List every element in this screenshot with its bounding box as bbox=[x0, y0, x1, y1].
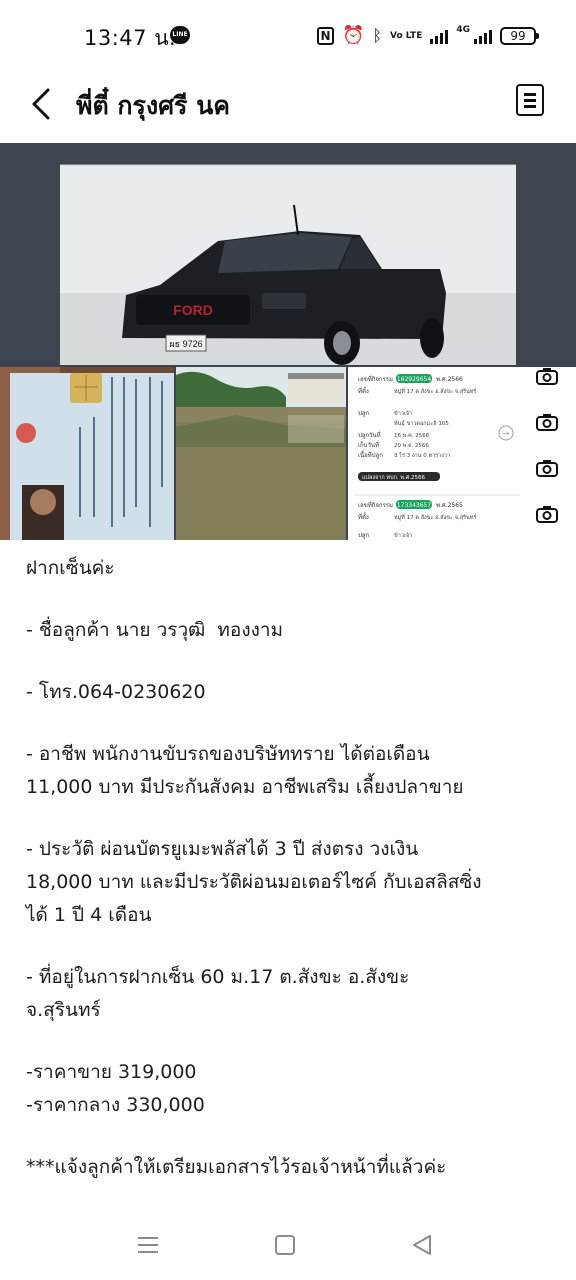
back-nav-icon[interactable] bbox=[412, 1234, 432, 1256]
activity-year: พ.ศ.2566 bbox=[436, 376, 463, 383]
document-value: หมู่ที่ 17 ต.สังขะ อ.สังขะ จ.สุรินทร์ bbox=[394, 387, 476, 395]
message-line: -ราคาขาย 319,000 bbox=[26, 1061, 197, 1083]
document-value: แปลงจาก ทบก. พ.ศ.2566 bbox=[362, 474, 426, 481]
status-icons: N ⏰ ᛒ Vo LTE 4G 99 bbox=[316, 24, 539, 48]
document-label: เลขที่กิจกรรม bbox=[358, 375, 393, 383]
chat-title: พี่ตี๋ กรุงศรี นค bbox=[76, 91, 231, 120]
alarm-icon: ⏰ bbox=[341, 25, 365, 46]
chat-header: พี่ตี๋ กรุงศรี นค bbox=[0, 70, 576, 142]
recent-apps-icon[interactable] bbox=[137, 1234, 159, 1256]
svg-text:→: → bbox=[503, 429, 510, 438]
document-label: ปลูก bbox=[358, 532, 369, 539]
message-line: ได้ 1 ปี 4 เดือน bbox=[26, 904, 152, 926]
message-line: - ที่อยู่ในการฝากเซ็น 60 ม.17 ต.สังขะ อ.… bbox=[26, 966, 410, 988]
message-line: ***แจ้งลูกค้าให้เตรียมเอกสารไว้รอเจ้าหน้… bbox=[26, 1156, 447, 1178]
document-label: ปลูก bbox=[358, 410, 369, 417]
network-type-label: 4G bbox=[456, 25, 470, 35]
document-value: 20 พ.ย. 2566 bbox=[394, 443, 429, 449]
pickup-truck-photo[interactable]: FORD ผธ 9726 bbox=[0, 143, 576, 365]
license-plate: ผธ 9726 bbox=[169, 339, 202, 349]
shared-media-album: FORD ผธ 9726 เลขที่กิจกรรม 162929654 พ.ศ… bbox=[0, 143, 576, 540]
volte-icon: Vo LTE bbox=[390, 30, 423, 41]
activity-id-text: 173343657 bbox=[397, 502, 432, 509]
system-nav-bar bbox=[0, 1212, 576, 1280]
id-card-photo[interactable] bbox=[0, 367, 174, 540]
battery-icon: 99 bbox=[500, 27, 539, 45]
nfc-icon: N bbox=[316, 27, 334, 45]
signal-bars-icon bbox=[430, 28, 449, 44]
bluetooth-icon: ᛒ bbox=[372, 26, 383, 45]
message-line: -ราคากลาง 330,000 bbox=[26, 1094, 205, 1116]
document-value: หมู่ที่ 17 ต.สังขะ อ.สังขะ จ.สุรินทร์ bbox=[394, 513, 476, 521]
document-label: ปลูกวันที่ bbox=[358, 431, 381, 439]
message-line: จ.สุรินทร์ bbox=[26, 999, 101, 1021]
grille-text: FORD bbox=[173, 302, 213, 318]
status-bar: 13:47 น. LINE N ⏰ ᛒ Vo LTE 4G 99 bbox=[0, 0, 576, 70]
document-value: 16 พ.ค. 2566 bbox=[394, 433, 430, 439]
activity-year: พ.ศ.2565 bbox=[436, 502, 463, 509]
fish-pond-photo[interactable] bbox=[176, 367, 346, 540]
document-label: เลขที่กิจกรรม bbox=[358, 501, 393, 509]
home-icon[interactable] bbox=[275, 1234, 295, 1256]
camera-icon[interactable] bbox=[536, 367, 558, 385]
document-value: พันธุ์ ขาวดอกมะลิ 105 bbox=[394, 420, 449, 427]
message-text: ฝากเซ็นค่ะ - ชื่อลูกค้า นาย วรวุฒิ ทองงาม… bbox=[26, 552, 556, 1184]
message-line: - โทร.064-0230620 bbox=[26, 681, 206, 703]
message-line: 11,000 บาท มีประกันสังคม อาชีพเสริม เลี้… bbox=[26, 776, 464, 798]
document-value: ข้าวเจ้า bbox=[394, 532, 412, 539]
status-time: 13:47 น. bbox=[84, 26, 177, 50]
signal-bars-icon-2 bbox=[474, 28, 492, 44]
camera-icon-column bbox=[520, 367, 576, 540]
message-line: - ประวัติ ผ่อนบัตรยูเมะพลัสได้ 3 ปี ส่งต… bbox=[26, 838, 419, 860]
document-value: 3 ไร่ 3 งาน 0 ตารางวา bbox=[394, 452, 450, 459]
back-arrow-icon[interactable] bbox=[28, 84, 58, 124]
menu-icon[interactable] bbox=[516, 84, 544, 116]
message-line: ฝากเซ็นค่ะ bbox=[26, 557, 115, 579]
message-line: - ชื่อลูกค้า นาย วรวุฒิ ทองงาม bbox=[26, 619, 284, 641]
line-app-icon: LINE bbox=[170, 26, 190, 44]
document-value: ข้าวเจ้า bbox=[394, 410, 412, 417]
camera-icon[interactable] bbox=[536, 505, 558, 523]
camera-icon[interactable] bbox=[536, 413, 558, 431]
message-line: 18,000 บาท และมีประวัติผ่อนมอเตอร์ไซค์ ก… bbox=[26, 871, 482, 893]
activity-id-text: 162929654 bbox=[397, 376, 432, 383]
message-line: - อาชีพ พนักงานขับรถของบริษัททราย ได้ต่อ… bbox=[26, 743, 430, 765]
document-label: เก็บวันที่ bbox=[358, 440, 379, 449]
camera-icon[interactable] bbox=[536, 459, 558, 477]
